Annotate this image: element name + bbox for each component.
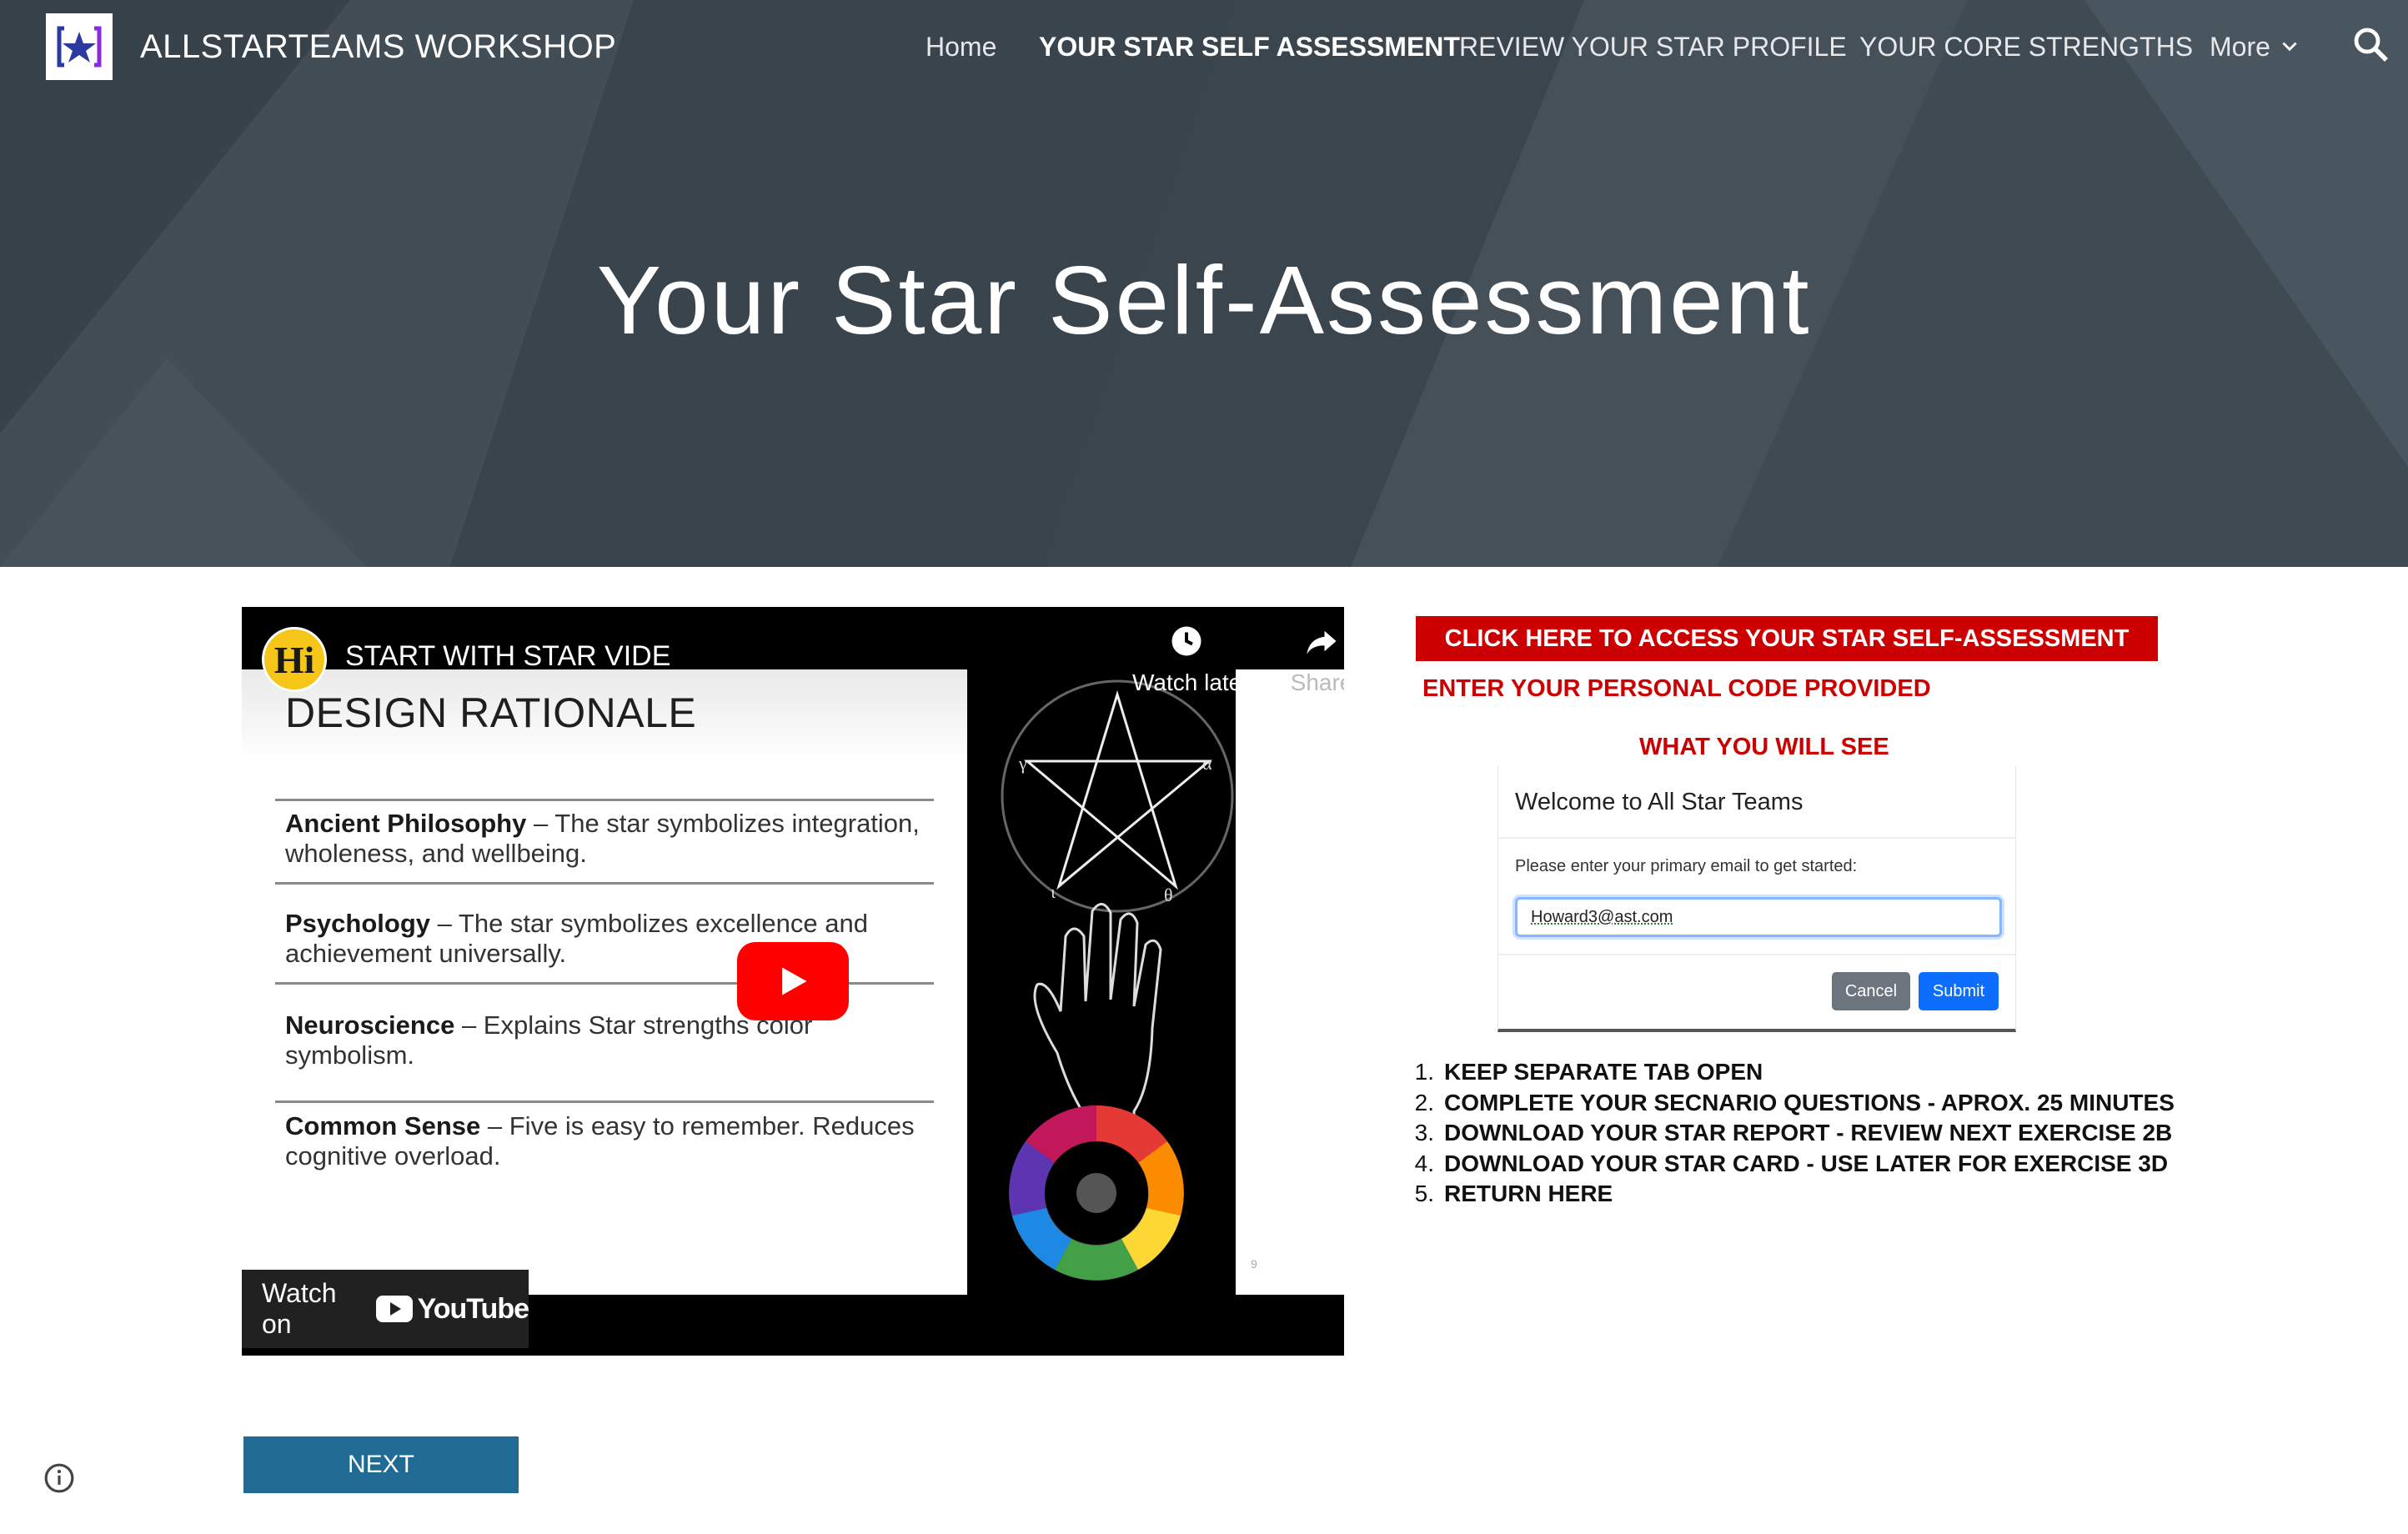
preview-email-prompt: Please enter your primary email to get s… bbox=[1515, 857, 1858, 875]
pentagram-label-iota: ι bbox=[1051, 881, 1056, 902]
step-number: 2. bbox=[1414, 1089, 1434, 1115]
preview-submit-button: Submit bbox=[1919, 972, 1999, 1010]
slide-item-term: Common Sense bbox=[285, 1111, 481, 1140]
share-label: Share bbox=[1290, 669, 1344, 695]
share-button[interactable]: Share bbox=[1267, 624, 1344, 696]
step-number: 3. bbox=[1414, 1120, 1434, 1145]
list-item: 1. KEEP SEPARATE TAB OPEN bbox=[1409, 1057, 2175, 1088]
step-text: DOWNLOAD YOUR STAR CARD - USE LATER FOR … bbox=[1444, 1150, 2169, 1176]
list-item: 5. RETURN HERE bbox=[1409, 1179, 2175, 1210]
access-self-assessment-button[interactable]: CLICK HERE TO ACCESS YOUR STAR SELF-ASSE… bbox=[1416, 616, 2158, 661]
nav-item-core-strengths[interactable]: YOUR CORE STRENGTHS bbox=[1859, 23, 2193, 70]
slide-item-common-sense: Common Sense – Five is easy to remember.… bbox=[285, 1111, 944, 1171]
preview-divider bbox=[1498, 954, 2015, 955]
slide-divider bbox=[275, 882, 934, 885]
personal-code-instruction: ENTER YOUR PERSONAL CODE PROVIDED bbox=[1422, 675, 1931, 702]
slide-item-neuroscience: Neuroscience – Explains Star strengths c… bbox=[285, 1010, 944, 1070]
step-text: COMPLETE YOUR SECNARIO QUESTIONS - APROX… bbox=[1444, 1089, 2175, 1115]
pentagram-label-theta: θ bbox=[1164, 885, 1173, 905]
watch-on-label: Watch on bbox=[262, 1278, 337, 1339]
slide-item-term: Ancient Philosophy bbox=[285, 809, 527, 838]
slide-margin: 9 bbox=[1236, 669, 1344, 1295]
pentagram-label-gamma: γ bbox=[1018, 753, 1027, 774]
youtube-logo: YouTube bbox=[375, 1292, 529, 1326]
slide-item-ancient-philosophy: Ancient Philosophy – The star symbolizes… bbox=[285, 809, 944, 869]
nav-more-label: More bbox=[2210, 32, 2270, 62]
nav-item-review-star-profile[interactable]: REVIEW YOUR STAR PROFILE bbox=[1459, 23, 1847, 70]
watch-later-button[interactable]: Watch later bbox=[1132, 624, 1250, 696]
preview-cancel-button: Cancel bbox=[1832, 972, 1910, 1010]
preview-welcome-title: Welcome to All Star Teams bbox=[1515, 789, 1803, 815]
preview-email-field: Howard3@ast.com bbox=[1515, 897, 2002, 937]
step-text: DOWNLOAD YOUR STAR REPORT - REVIEW NEXT … bbox=[1444, 1120, 2173, 1145]
slide-item-term: Neuroscience bbox=[285, 1010, 455, 1040]
preview-divider bbox=[1498, 837, 2015, 839]
slide-divider bbox=[275, 1100, 934, 1103]
slide-page-number: 9 bbox=[1251, 1257, 1257, 1271]
nav-item-home[interactable]: Home bbox=[926, 23, 996, 70]
youtube-icon bbox=[375, 1296, 413, 1322]
info-icon[interactable] bbox=[43, 1462, 75, 1494]
next-button[interactable]: NEXT bbox=[243, 1436, 519, 1493]
preview-heading: WHAT YOU WILL SEE bbox=[1639, 734, 1889, 760]
instruction-steps: 1. KEEP SEPARATE TAB OPEN 2. COMPLETE YOUR… bbox=[1409, 1057, 2175, 1210]
chevron-down-icon bbox=[2282, 42, 2297, 52]
page-title: Your Star Self-Assessment bbox=[596, 246, 1812, 354]
channel-avatar[interactable]: Hi bbox=[262, 627, 327, 692]
site-title[interactable]: ALLSTARTEAMS WORKSHOP bbox=[140, 23, 616, 70]
watch-on-youtube-button[interactable]: Watch on YouTube bbox=[242, 1270, 529, 1348]
star-logo-icon bbox=[57, 26, 102, 68]
video-title[interactable]: START WITH STAR VIDE bbox=[345, 640, 670, 673]
slide-divider bbox=[275, 799, 934, 801]
nav-item-star-self-assessment[interactable]: YOUR STAR SELF ASSESSMENT bbox=[1039, 23, 1460, 70]
slide-item-term: Psychology bbox=[285, 909, 430, 938]
step-text: RETURN HERE bbox=[1444, 1181, 1613, 1206]
nav-item-more[interactable]: More bbox=[2210, 23, 2300, 70]
step-number: 1. bbox=[1414, 1059, 1434, 1085]
clock-icon bbox=[1171, 626, 1201, 656]
pentagram-label-alpha: α bbox=[1202, 753, 1212, 774]
youtube-embed[interactable]: γ α ι θ 9 DESIGN RATIONALE Ancient Philo… bbox=[242, 607, 1344, 1356]
share-arrow-icon bbox=[1307, 630, 1337, 654]
step-number: 4. bbox=[1414, 1150, 1434, 1176]
assessment-preview-screenshot: Welcome to All Star Teams Please enter y… bbox=[1497, 765, 2016, 1032]
play-icon bbox=[782, 967, 807, 995]
slide-illustration: γ α ι θ bbox=[1001, 679, 1234, 1281]
site-logo[interactable] bbox=[46, 13, 113, 80]
list-item: 4. DOWNLOAD YOUR STAR CARD - USE LATER FO… bbox=[1409, 1149, 2175, 1180]
slide-heading: DESIGN RATIONALE bbox=[285, 689, 697, 736]
play-button[interactable] bbox=[737, 942, 849, 1020]
youtube-wordmark: YouTube bbox=[417, 1292, 529, 1325]
step-number: 5. bbox=[1414, 1181, 1434, 1206]
list-item: 2. COMPLETE YOUR SECNARIO QUESTIONS - APR… bbox=[1409, 1088, 2175, 1119]
hero-banner: ALLSTARTEAMS WORKSHOP Home YOUR STAR SEL… bbox=[0, 0, 2408, 567]
step-text: KEEP SEPARATE TAB OPEN bbox=[1444, 1059, 1763, 1085]
search-icon[interactable] bbox=[2351, 25, 2391, 65]
list-item: 3. DOWNLOAD YOUR STAR REPORT - REVIEW NEX… bbox=[1409, 1118, 2175, 1149]
watch-later-label: Watch later bbox=[1132, 669, 1250, 695]
